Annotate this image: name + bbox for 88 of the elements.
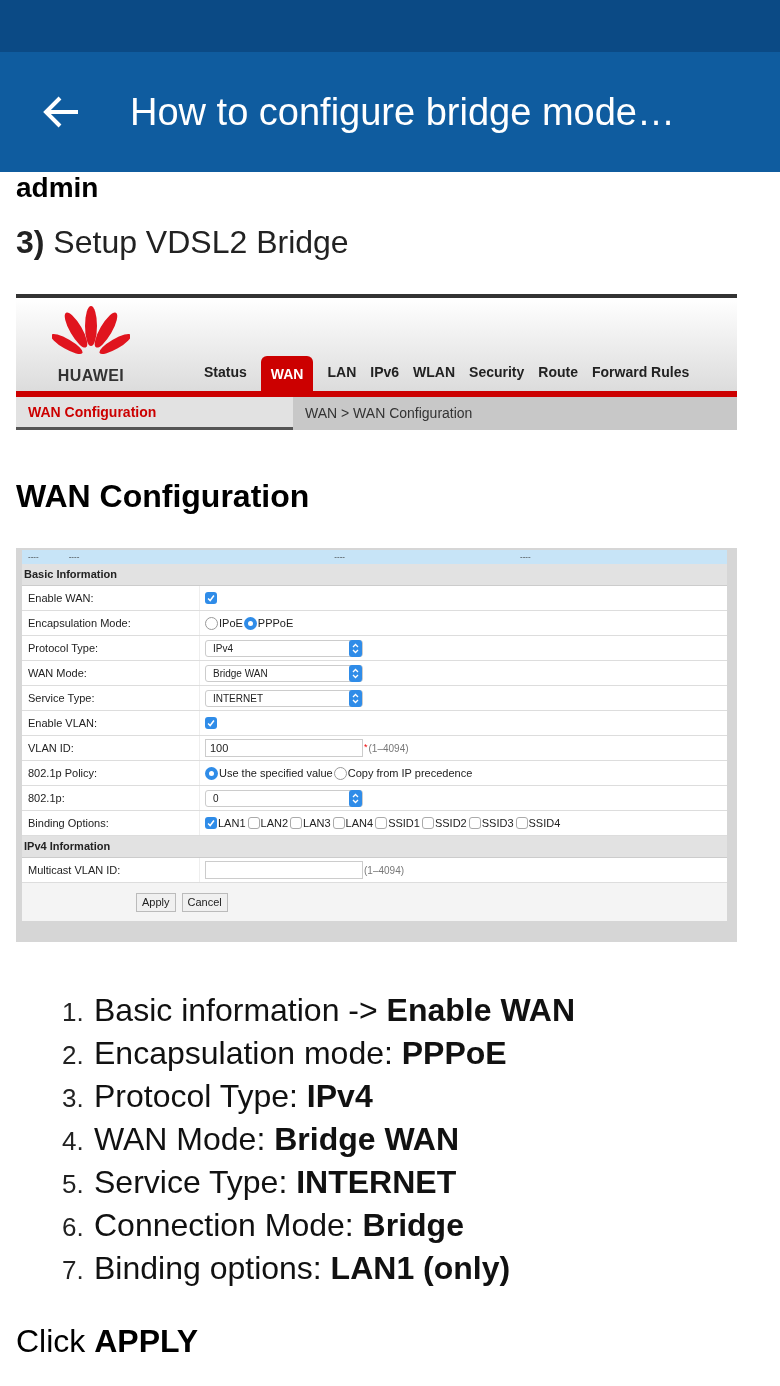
- breadcrumb: WAN > WAN Configuration: [305, 404, 473, 423]
- nav-tab[interactable]: LAN: [327, 362, 357, 391]
- option-label: Copy from IP precedence: [347, 765, 473, 781]
- column-header: ----: [28, 551, 39, 563]
- input-field[interactable]: [205, 861, 363, 879]
- field-label: Enable VLAN:: [22, 711, 200, 735]
- form-button[interactable]: Cancel: [181, 892, 228, 912]
- list-number: 6.: [62, 1211, 85, 1244]
- field-label: 802.1p Policy:: [22, 761, 200, 785]
- column-header: ----: [334, 551, 345, 563]
- checkbox[interactable]: [205, 717, 217, 729]
- nav-tab[interactable]: Route: [538, 362, 578, 391]
- nav-tab[interactable]: Status: [204, 362, 247, 391]
- list-item-text: Protocol Type: IPv4: [94, 1077, 373, 1116]
- option-label: LAN1: [218, 815, 246, 831]
- stepper-icon: [349, 689, 362, 707]
- checkbox[interactable]: [468, 817, 481, 829]
- checkbox[interactable]: [515, 817, 528, 829]
- radio-button[interactable]: [205, 616, 218, 630]
- option-label: LAN2: [260, 815, 289, 831]
- option-label: IPoE: [219, 615, 243, 631]
- radio-button[interactable]: [243, 616, 257, 630]
- checkbox[interactable]: [205, 592, 217, 604]
- dropdown[interactable]: Bridge WAN: [205, 664, 363, 682]
- list-number: 2.: [62, 1039, 85, 1072]
- option-label: LAN4: [345, 815, 374, 831]
- checkbox[interactable]: [205, 817, 217, 829]
- section-title: Basic Information: [24, 567, 117, 583]
- dropdown[interactable]: IPv4: [205, 639, 363, 657]
- list-item-text: Basic information -> Enable WAN: [94, 991, 576, 1030]
- stepper-icon: [349, 639, 362, 657]
- list-item-text: Encapsulation mode: PPPoE: [94, 1034, 507, 1073]
- field-label: Protocol Type:: [22, 636, 200, 660]
- section-title: IPv4 Information: [24, 839, 111, 855]
- nav-tab[interactable]: Forward Rules: [592, 362, 690, 391]
- stepper-icon: [349, 664, 362, 682]
- option-label: SSID1: [388, 815, 420, 831]
- field-label: Multicast VLAN ID:: [22, 858, 200, 882]
- option-label: SSID3: [481, 815, 514, 831]
- list-number: 5.: [62, 1168, 85, 1201]
- list-item-text: Service Type: INTERNET: [94, 1163, 457, 1202]
- nav-tab[interactable]: IPv6: [370, 362, 400, 391]
- back-arrow-icon[interactable]: [42, 95, 80, 129]
- checkbox[interactable]: [290, 817, 303, 829]
- list-item-text: Binding options: LAN1 (only): [94, 1249, 511, 1288]
- option-label: SSID4: [528, 815, 561, 831]
- column-header: ----: [519, 551, 531, 563]
- list-item-text: WAN Mode: Bridge WAN: [94, 1120, 460, 1159]
- checkbox[interactable]: [247, 817, 260, 829]
- column-header: ----: [68, 551, 80, 563]
- body-text: admin: [16, 172, 100, 204]
- checkbox[interactable]: [332, 817, 345, 829]
- dropdown[interactable]: INTERNET: [205, 689, 363, 707]
- field-label: Binding Options:: [22, 811, 200, 835]
- list-item-text: Connection Mode: Bridge: [94, 1206, 464, 1245]
- section-heading: WAN Configuration: [16, 477, 311, 516]
- instruction-text: Click APPLY: [16, 1322, 199, 1361]
- option-label: Use the specified value: [219, 765, 333, 781]
- range-hint: (1–4094): [364, 863, 405, 878]
- brand-name: HUAWEI: [57, 365, 125, 386]
- field-label: Encapsulation Mode:: [22, 611, 200, 635]
- nav-tab[interactable]: WLAN: [413, 362, 456, 391]
- checkbox[interactable]: [375, 817, 388, 829]
- step-heading: 3) Setup VDSL2 Bridge: [16, 223, 350, 262]
- stepper-icon: [349, 789, 362, 807]
- dropdown[interactable]: 0: [205, 789, 363, 807]
- nav-tab[interactable]: WAN: [260, 356, 314, 391]
- form-button[interactable]: Apply: [136, 892, 176, 912]
- option-label: SSID2: [434, 815, 467, 831]
- range-hint: (1–4094): [368, 741, 409, 756]
- input-field[interactable]: 100: [205, 739, 363, 757]
- checkbox[interactable]: [421, 817, 434, 829]
- field-label: WAN Mode:: [22, 661, 200, 685]
- radio-button[interactable]: [205, 766, 218, 780]
- field-label: Service Type:: [22, 686, 200, 710]
- nav-tab[interactable]: Security: [469, 362, 525, 391]
- list-number: 1.: [62, 996, 85, 1029]
- field-label: 802.1p:: [22, 786, 200, 810]
- field-label: Enable WAN:: [22, 586, 200, 610]
- required-mark: *: [364, 741, 368, 754]
- list-number: 7.: [62, 1254, 85, 1287]
- option-label: LAN3: [303, 815, 331, 831]
- app-bar-title: How to configure bridge mode…: [130, 89, 675, 135]
- option-label: PPPoE: [257, 615, 294, 631]
- radio-button[interactable]: [333, 766, 347, 780]
- list-number: 4.: [62, 1125, 85, 1158]
- list-number: 3.: [62, 1082, 85, 1115]
- field-label: VLAN ID:: [22, 736, 200, 760]
